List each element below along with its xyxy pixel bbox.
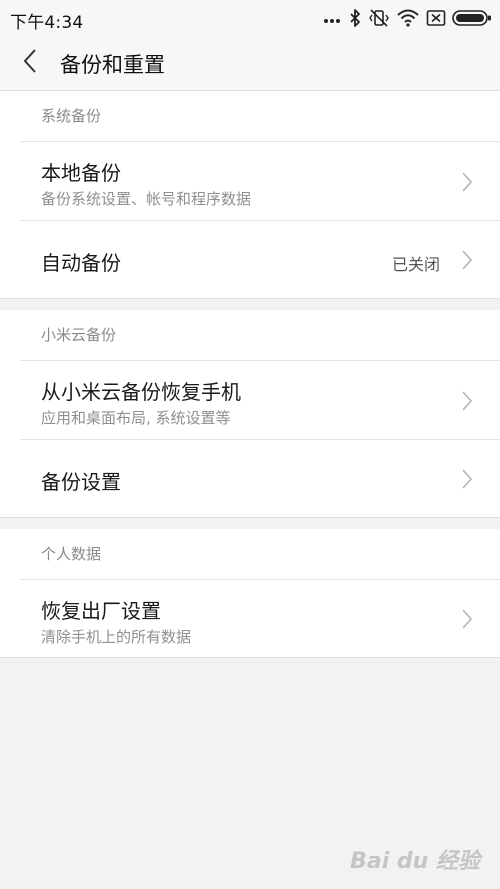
back-button[interactable]: [14, 48, 46, 78]
chevron-right-icon: [462, 469, 473, 489]
vibrate-off-icon: [368, 8, 390, 28]
bluetooth-icon: [348, 8, 362, 28]
no-sim-icon: [426, 9, 446, 27]
row-subtitle: 应用和桌面布局, 系统设置等: [41, 409, 231, 427]
row-subtitle: 备份系统设置、帐号和程序数据: [41, 190, 252, 208]
status-bar: 下午4:34: [0, 0, 500, 36]
list-item-auto-backup[interactable]: 自动备份 已关闭: [20, 220, 500, 299]
status-time: 下午4:34: [10, 13, 84, 33]
row-value: 已关闭: [391, 255, 440, 274]
row-title: 自动备份: [41, 251, 121, 275]
status-icons: [322, 8, 492, 28]
row-title: 本地备份: [41, 161, 121, 185]
page-title: 备份和重置: [60, 53, 165, 77]
chevron-right-icon: [462, 172, 473, 192]
list-item-factory-reset[interactable]: 恢复出厂设置 清除手机上的所有数据: [20, 579, 500, 657]
battery-icon: [452, 9, 492, 27]
more-dots-icon: [322, 8, 342, 28]
section-system-backup: 系统备份 本地备份 备份系统设置、帐号和程序数据 自动备份 已关闭: [0, 91, 500, 299]
row-title: 备份设置: [41, 470, 121, 494]
wifi-icon: [396, 8, 420, 28]
chevron-right-icon: [462, 609, 473, 629]
row-title: 恢复出厂设置: [41, 599, 161, 623]
list-item-backup-settings[interactable]: 备份设置: [20, 439, 500, 518]
chevron-right-icon: [462, 250, 473, 270]
list-item-local-backup[interactable]: 本地备份 备份系统设置、帐号和程序数据: [20, 141, 500, 220]
section-title: 系统备份: [41, 107, 102, 125]
row-subtitle: 清除手机上的所有数据: [41, 628, 192, 646]
header-bar: 备份和重置: [0, 36, 500, 91]
section-title: 小米云备份: [41, 326, 117, 344]
section-title: 个人数据: [41, 545, 102, 563]
watermark: Bai du 经验: [350, 849, 480, 874]
section-personal-data: 个人数据 恢复出厂设置 清除手机上的所有数据: [0, 529, 500, 658]
section-mi-cloud-backup: 小米云备份 从小米云备份恢复手机 应用和桌面布局, 系统设置等 备份设置: [0, 310, 500, 518]
list-item-restore-from-cloud[interactable]: 从小米云备份恢复手机 应用和桌面布局, 系统设置等: [20, 360, 500, 439]
back-chevron-icon: [22, 48, 38, 78]
row-title: 从小米云备份恢复手机: [41, 380, 241, 404]
chevron-right-icon: [462, 391, 473, 411]
